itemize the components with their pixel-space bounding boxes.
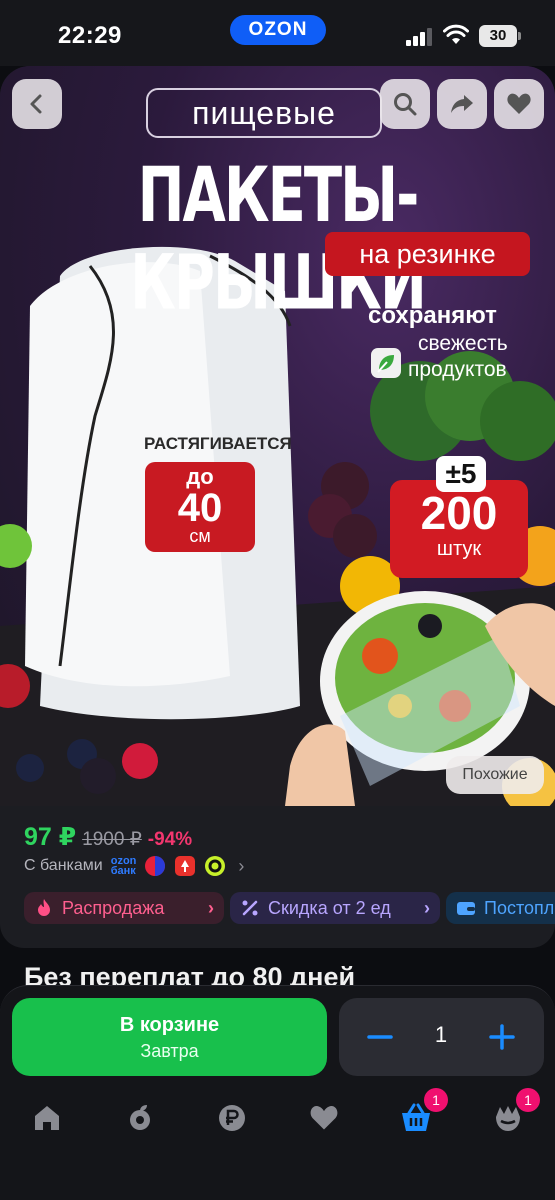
minus-icon[interactable] — [365, 1022, 395, 1052]
tab-favorites[interactable] — [304, 1098, 344, 1138]
percent-icon — [242, 900, 258, 916]
chip-discount-label: Скидка от 2 ед — [268, 897, 391, 918]
favorites-icon — [310, 1106, 338, 1130]
tab-fresh[interactable] — [120, 1098, 160, 1138]
tab-cart[interactable]: 1 — [396, 1088, 448, 1138]
product-card: пищевые ПАКЕТЫ-КРЫШКИ на резинке сохраня… — [0, 66, 555, 948]
chip-postpay-label: Постоплата — [484, 897, 555, 918]
bank-icon-red — [175, 856, 196, 876]
ruble-icon — [219, 1105, 245, 1131]
hero-size-badge: до 40 см — [145, 462, 255, 552]
back-button[interactable] — [12, 79, 62, 129]
fire-icon — [38, 899, 50, 916]
hero-fresh-line1: свежесть — [418, 332, 508, 355]
hero-tag: пищевые — [146, 88, 382, 138]
banks-row[interactable]: С банками ozon банк › — [24, 854, 244, 878]
chip-discount[interactable]: Скидка от 2 ед › — [230, 892, 440, 924]
favorite-button[interactable] — [494, 79, 544, 129]
share-button[interactable] — [437, 79, 487, 129]
ozon-logo: OZON — [230, 15, 326, 45]
bottom-tab-bar: 1 1 — [0, 1086, 555, 1146]
bank-icon-red-blue — [145, 856, 166, 876]
hero-count-unit: штук — [436, 538, 482, 560]
profile-notification-badge: 1 — [516, 1088, 540, 1112]
search-icon — [394, 93, 417, 116]
chip-postpay[interactable]: Постоплата — [446, 892, 555, 924]
in-cart-button[interactable]: В корзине Завтра — [12, 998, 327, 1076]
price-old: 1900 ₽ — [82, 829, 142, 850]
tab-home[interactable] — [27, 1098, 67, 1138]
battery-indicator: 30 — [479, 25, 521, 47]
share-icon — [451, 95, 473, 113]
quantity-value: 1 — [434, 1022, 448, 1047]
cart-count-badge: 1 — [424, 1088, 448, 1112]
heart-icon — [507, 93, 531, 114]
hero-subtitle: на резинке — [325, 232, 530, 276]
fresh-icon — [130, 1105, 150, 1130]
chip-sale[interactable]: Распродажа › — [24, 892, 224, 924]
bottom-action-sheet: В корзине Завтра 1 1 1 — [0, 985, 555, 1200]
product-image[interactable]: пищевые ПАКЕТЫ-КРЫШКИ на резинке сохраня… — [0, 66, 555, 806]
tab-finance[interactable] — [212, 1098, 252, 1138]
wifi-icon — [443, 24, 469, 44]
chevron-right-icon: › — [238, 855, 245, 876]
plus-icon[interactable] — [487, 1022, 517, 1052]
chevron-right-icon: › — [208, 897, 214, 918]
hero-keeps: сохраняют — [368, 302, 497, 329]
hero-stretch-label: РАСТЯГИВАЕТСЯ — [144, 434, 292, 453]
tab-profile[interactable]: 1 — [488, 1088, 540, 1138]
status-bar: 22:29 OZON 30 — [0, 0, 555, 66]
cellular-signal-icon — [406, 28, 432, 46]
in-cart-title: В корзине — [119, 1014, 220, 1036]
wallet-icon — [457, 902, 475, 915]
chevron-right-icon: › — [424, 897, 430, 918]
status-time: 22:29 — [58, 22, 122, 49]
home-icon — [35, 1106, 59, 1130]
banks-label: С банками — [24, 857, 103, 874]
price-row: 97 ₽ 1900 ₽ -94% — [24, 822, 192, 852]
hero-count-value: 200 — [420, 487, 498, 539]
similar-button[interactable]: Похожие — [446, 756, 544, 794]
back-icon — [30, 94, 42, 114]
price-current: 97 ₽ — [24, 823, 77, 851]
hero-size-unit: см — [189, 526, 211, 546]
hero-fresh-line2: продуктов — [408, 358, 507, 381]
ozon-bank-line2: банк — [110, 865, 136, 877]
fresh-icon — [371, 348, 401, 378]
chip-sale-label: Распродажа — [62, 897, 165, 918]
quantity-stepper: 1 — [339, 998, 544, 1076]
delivery-date: Завтра — [140, 1041, 199, 1061]
hero-size-value: 40 — [177, 486, 223, 530]
promo-chips: Распродажа › Скидка от 2 ед › Постоплата — [24, 892, 555, 924]
hero-plus-badge: ±5 — [436, 456, 486, 492]
price-discount: -94% — [147, 829, 193, 850]
ozon-bank-logo: ozon банк — [110, 856, 137, 877]
bank-icon-lime — [205, 856, 226, 876]
hero-count-badge: 200 штук — [390, 480, 528, 578]
search-button[interactable] — [380, 79, 430, 129]
